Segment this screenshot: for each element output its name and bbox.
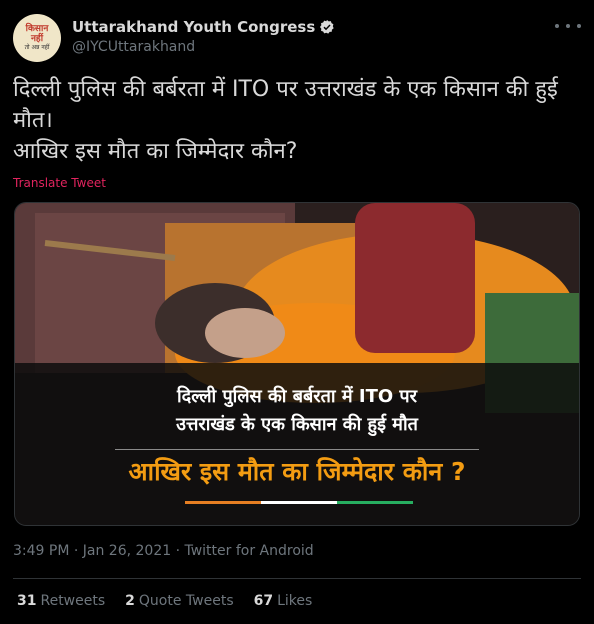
retweets-label: Retweets	[40, 593, 106, 609]
tricolor-saffron-bar	[185, 501, 261, 504]
author-display-name[interactable]: Uttarakhand Youth Congress	[72, 18, 315, 36]
avatar-text: तो अन्न नहीं	[24, 44, 50, 51]
tweet-stats: 31 Retweets 2 Quote Tweets 67 Likes	[17, 593, 332, 609]
quote-tweets-stat[interactable]: 2 Quote Tweets	[125, 593, 233, 609]
tricolor-white-bar	[261, 501, 337, 504]
retweets-count: 31	[17, 593, 37, 609]
avatar-text: किसान	[25, 24, 49, 34]
image-overlay-question: आखिर इस मौत का जिम्मेदार कौन ?	[128, 457, 466, 486]
author-handle[interactable]: @IYCUttarakhand	[72, 39, 195, 55]
likes-count: 67	[253, 593, 274, 609]
verified-badge-icon	[320, 20, 334, 34]
retweets-stat[interactable]: 31 Retweets	[17, 593, 105, 609]
divider	[13, 578, 581, 579]
tweet-timestamp[interactable]: 3:49 PM · Jan 26, 2021 · Twitter for And…	[13, 543, 314, 559]
quote-tweets-label: Quote Tweets	[138, 593, 234, 609]
avatar-text: नहीं	[30, 34, 44, 44]
tweet-text: दिल्ली पुलिस की बर्बरता में ITO पर उत्तर…	[13, 77, 558, 164]
avatar[interactable]: किसान नहीं तो अन्न नहीं	[13, 14, 61, 62]
quote-tweets-count: 2	[125, 593, 135, 609]
likes-label: Likes	[277, 593, 313, 609]
author-name-row[interactable]: Uttarakhand Youth Congress	[72, 18, 335, 36]
translate-tweet-link[interactable]: Translate Tweet	[13, 176, 106, 190]
more-options-icon[interactable]	[555, 18, 581, 34]
tricolor-green-bar	[337, 501, 413, 504]
image-overlay-headline: दिल्ली पुलिस की बर्बरता में ITO पर उत्तर…	[176, 386, 418, 435]
likes-stat[interactable]: 67 Likes	[254, 593, 313, 609]
tweet-image[interactable]: दिल्ली पुलिस की बर्बरता में ITO पर उत्तर…	[14, 202, 580, 526]
image-divider	[115, 449, 479, 450]
